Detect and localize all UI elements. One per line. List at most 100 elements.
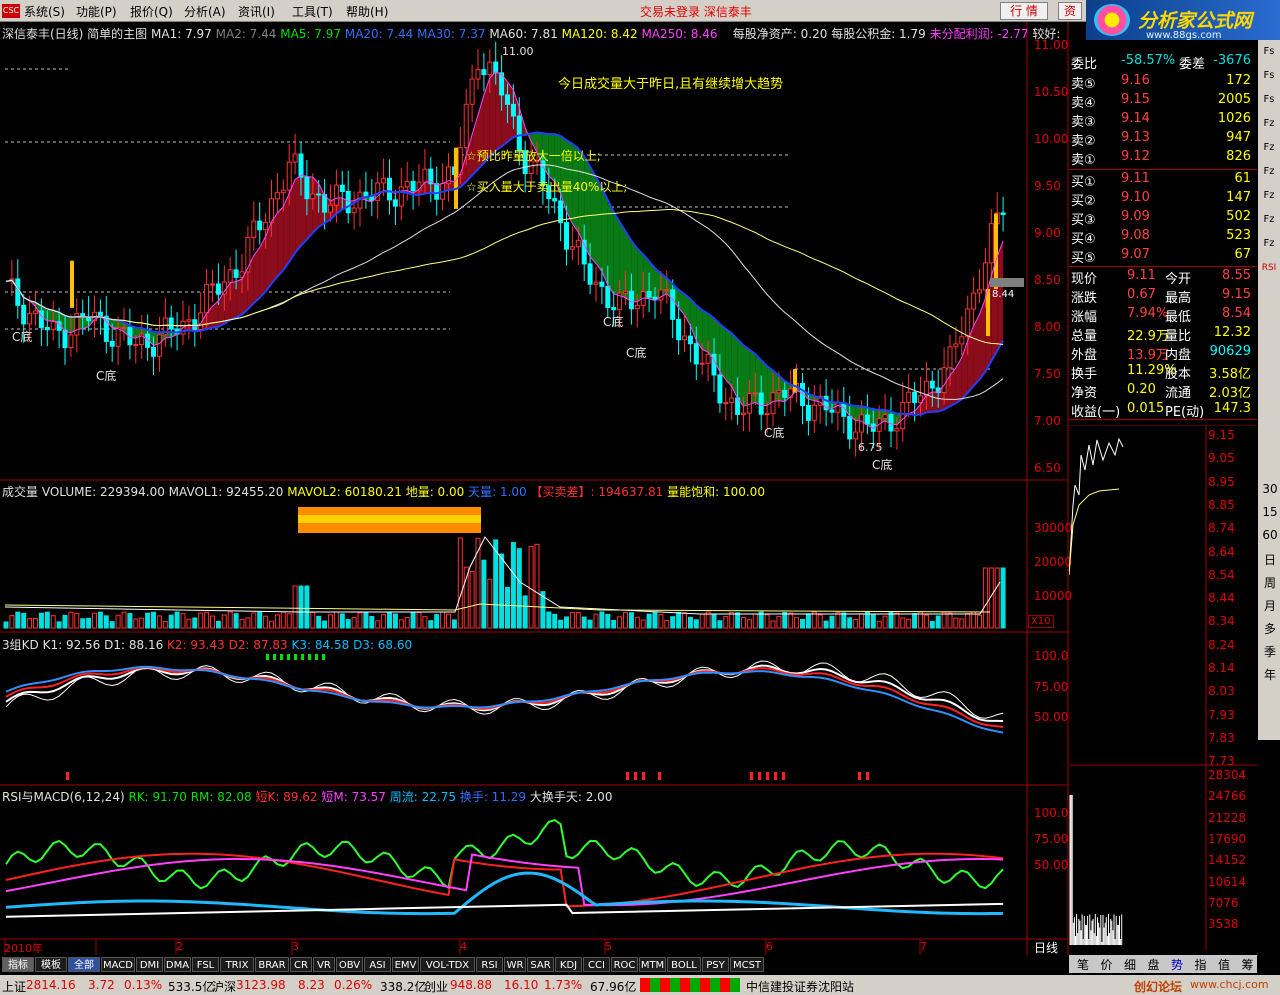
- rsi-line: [5, 902, 1004, 918]
- indicator-tab[interactable]: EMV: [392, 957, 419, 972]
- candle-body: [634, 304, 640, 310]
- dhs-value: 大换手天: 2.00: [529, 790, 613, 804]
- volume-bar: [398, 619, 404, 629]
- tool-button[interactable]: Fz: [1260, 236, 1278, 252]
- bid-row: 买① 9.11 61: [1069, 170, 1257, 190]
- volume-bar: [693, 619, 699, 629]
- volume-bar: [198, 612, 204, 629]
- volume-value: VOLUME: 229394.00: [41, 485, 165, 499]
- indicator-tab[interactable]: KDJ: [555, 957, 582, 972]
- tool-button[interactable]: Fs: [1260, 68, 1278, 84]
- right-panel-tab[interactable]: 细: [1124, 956, 1136, 973]
- indicator-tab[interactable]: ASI: [364, 957, 391, 972]
- indicator-tab[interactable]: MACD: [101, 957, 135, 972]
- right-panel-tab[interactable]: 筹: [1242, 956, 1254, 973]
- period-button[interactable]: 15: [1261, 505, 1279, 519]
- indicator-tab[interactable]: VOL-TDX: [420, 957, 475, 972]
- right-panel-tab[interactable]: 指: [1195, 956, 1207, 973]
- price-tag: 8.44: [992, 289, 1015, 300]
- indicator-tab[interactable]: BRAR: [255, 957, 289, 972]
- volume-bar: [457, 537, 463, 629]
- period-button[interactable]: 季: [1261, 643, 1279, 660]
- menu-info[interactable]: 资讯(I): [238, 3, 275, 20]
- indicator-tab[interactable]: 模板: [35, 957, 67, 972]
- trade-button[interactable]: 资: [1058, 2, 1082, 20]
- tool-button[interactable]: RSI: [1260, 260, 1278, 276]
- indicator-tab[interactable]: OBV: [336, 957, 363, 972]
- volume-bar: [546, 611, 552, 629]
- volume-bar: [80, 618, 86, 629]
- tool-button[interactable]: Fz: [1260, 212, 1278, 228]
- candle-body: [847, 415, 853, 440]
- indicator-tab[interactable]: MTM: [639, 957, 666, 972]
- indicator-tab[interactable]: PSY: [702, 957, 729, 972]
- right-panel-tab[interactable]: 值: [1218, 956, 1230, 973]
- price-axis-label: 6.50: [1034, 461, 1061, 475]
- indicator-tab[interactable]: BOLL: [667, 957, 701, 972]
- candle-body: [853, 431, 859, 440]
- indicator-tab[interactable]: DMI: [136, 957, 163, 972]
- indicator-tab[interactable]: FSL: [192, 957, 219, 972]
- menu-function[interactable]: 功能(P): [76, 3, 117, 20]
- hs-percent: 0.26%: [334, 978, 373, 992]
- indicator-tab[interactable]: 指标: [2, 957, 34, 972]
- indicator-tab[interactable]: ROC: [611, 957, 638, 972]
- daily-period-label[interactable]: 日线: [1034, 939, 1058, 956]
- mavol1-value: MAVOL1: 92455.20: [168, 485, 284, 499]
- tool-button[interactable]: Fz: [1260, 140, 1278, 156]
- indicator-tab[interactable]: RSI: [476, 957, 503, 972]
- right-panel-tab[interactable]: 势: [1171, 956, 1183, 973]
- period-button[interactable]: 30: [1261, 482, 1279, 496]
- volume-bar: [741, 617, 746, 629]
- right-panel-tab[interactable]: 价: [1101, 956, 1113, 973]
- period-button[interactable]: 月: [1261, 597, 1279, 614]
- period-button[interactable]: 60: [1261, 528, 1279, 542]
- indicator-tab[interactable]: WR: [504, 957, 526, 972]
- right-panel-tab[interactable]: 笔: [1077, 956, 1089, 973]
- period-button[interactable]: 多: [1261, 620, 1279, 637]
- market-button[interactable]: 行 情: [1000, 2, 1048, 20]
- indicator-tab[interactable]: DMA: [164, 957, 191, 972]
- rm-value: RM: 82.08: [190, 790, 252, 804]
- candle-body: [575, 239, 581, 248]
- trend-band: [702, 310, 709, 353]
- trend-band: [737, 339, 744, 407]
- indicator-tab[interactable]: VR: [313, 957, 335, 972]
- menu-analysis[interactable]: 分析(A): [184, 3, 226, 20]
- tool-button[interactable]: Fz: [1260, 116, 1278, 132]
- tool-button[interactable]: Fz: [1260, 188, 1278, 204]
- c-bottom-label-5: C底: [764, 426, 785, 440]
- trend-band: [613, 211, 620, 296]
- tool-button[interactable]: Fs: [1260, 92, 1278, 108]
- tool-button[interactable]: Fs: [1260, 44, 1278, 60]
- right-panel-tab[interactable]: 盘: [1148, 956, 1160, 973]
- menu-quote[interactable]: 报价(Q): [130, 3, 173, 20]
- menu-system[interactable]: 系统(S): [24, 3, 65, 20]
- ask-price: 9.12: [1121, 149, 1150, 164]
- intraday-price-label: 8.14: [1208, 661, 1235, 675]
- volume-bar: [617, 616, 623, 629]
- menu-tools[interactable]: 工具(T): [292, 3, 333, 20]
- volume-bar: [186, 618, 192, 629]
- volume-bar: [634, 616, 640, 629]
- indicator-tab[interactable]: CCI: [583, 957, 610, 972]
- date-axis-month: 5: [605, 940, 612, 953]
- indicator-tab[interactable]: TRIX: [220, 957, 254, 972]
- tool-button[interactable]: Fz: [1260, 164, 1278, 180]
- indicator-tab[interactable]: SAR: [527, 957, 554, 972]
- forum-url: www.chcj.com: [1190, 978, 1269, 991]
- menu-help[interactable]: 帮助(H): [346, 3, 388, 20]
- indicator-tab[interactable]: MCST: [730, 957, 764, 972]
- period-button[interactable]: 日: [1261, 551, 1279, 568]
- kd-title: 3组KD: [2, 638, 39, 652]
- volume-bar: [752, 613, 758, 629]
- indicator-tab[interactable]: CR: [290, 957, 312, 972]
- period-button[interactable]: 年: [1261, 666, 1279, 683]
- candle-body: [463, 103, 469, 149]
- period-button[interactable]: 周: [1261, 574, 1279, 591]
- candle-body: [516, 115, 522, 152]
- candle-body: [829, 409, 835, 413]
- stat-value: 9.11: [1127, 268, 1156, 283]
- indicator-tab[interactable]: 全部: [68, 957, 100, 972]
- candle-body: [186, 319, 192, 322]
